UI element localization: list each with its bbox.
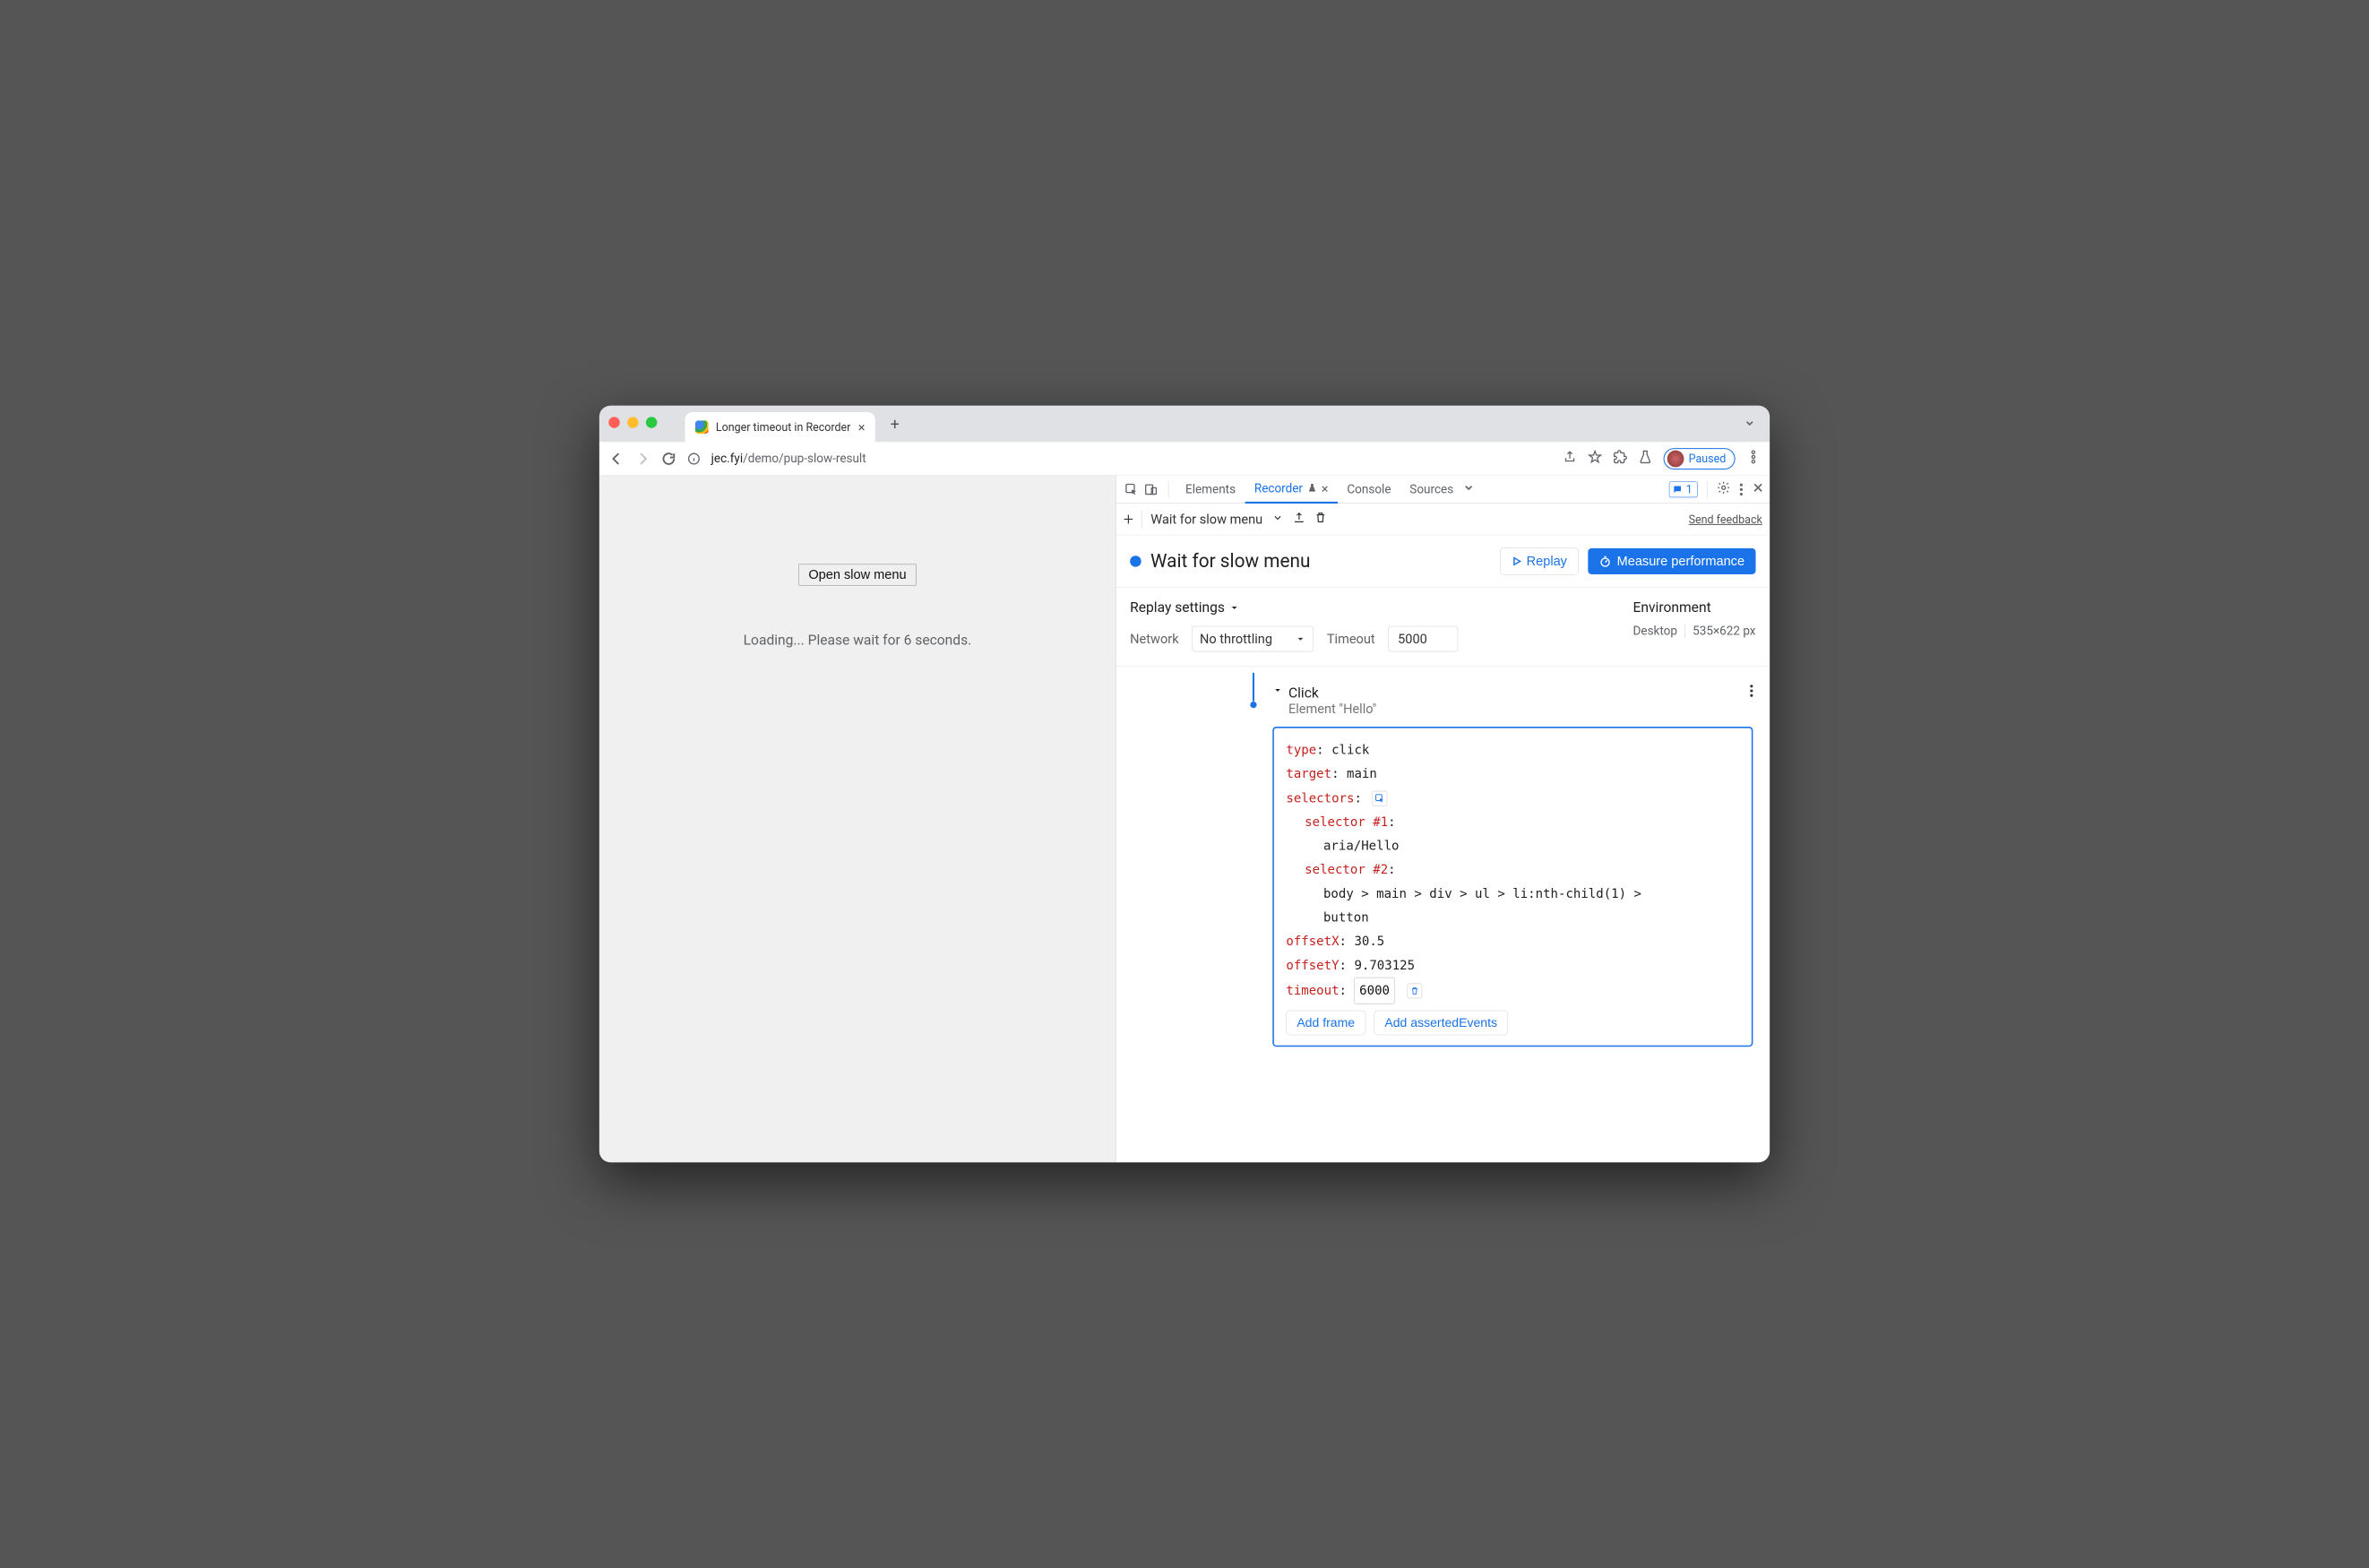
selector-2-value-line2: button: [1323, 910, 1369, 925]
close-window-button[interactable]: [608, 417, 619, 427]
recording-dropdown-icon[interactable]: [1271, 511, 1285, 527]
close-tab-button[interactable]: ×: [858, 419, 866, 435]
timeline-line: [1253, 673, 1254, 702]
issues-count: 1: [1686, 483, 1693, 496]
favicon-icon: [695, 420, 709, 434]
browser-tab[interactable]: Longer timeout in Recorder ×: [685, 412, 875, 442]
flask-icon[interactable]: [1639, 450, 1653, 467]
address-bar-row: jec.fyi/demo/pup-slow-result Paused: [599, 442, 1770, 475]
delete-recording-icon[interactable]: [1314, 511, 1327, 527]
replay-settings: Replay settings Network No throttling Ti…: [1116, 588, 1770, 667]
browser-menu-icon[interactable]: [1746, 450, 1761, 467]
tab-recorder[interactable]: Recorder ×: [1245, 476, 1337, 504]
close-panel-button[interactable]: ×: [1322, 481, 1329, 496]
new-tab-button[interactable]: +: [883, 413, 906, 435]
step-title: Click: [1288, 685, 1376, 701]
recorder-toolbar: + Wait for slow menu Send feedback: [1116, 504, 1770, 535]
step-subtitle: Element "Hello": [1288, 701, 1376, 716]
url-display[interactable]: jec.fyi/demo/pup-slow-result: [711, 452, 866, 466]
network-label: Network: [1130, 631, 1178, 646]
tab-elements[interactable]: Elements: [1176, 476, 1245, 504]
site-info-icon[interactable]: [687, 452, 702, 466]
experiment-icon: [1307, 482, 1316, 496]
profile-paused-pill[interactable]: Paused: [1664, 448, 1736, 470]
open-slow-menu-button[interactable]: Open slow menu: [798, 564, 916, 586]
export-icon[interactable]: [1292, 511, 1305, 527]
send-feedback-link[interactable]: Send feedback: [1689, 513, 1762, 526]
tab-title: Longer timeout in Recorder: [716, 420, 851, 434]
devtools-close-button[interactable]: [1752, 482, 1764, 497]
step-menu-icon[interactable]: [1750, 685, 1753, 697]
network-throttling-select[interactable]: No throttling: [1192, 626, 1314, 652]
step-editor[interactable]: type: click target: main selectors: sele…: [1272, 727, 1753, 1047]
content-split: Open slow menu Loading... Please wait fo…: [599, 476, 1770, 1162]
url-host: jec.fyi: [711, 452, 743, 466]
recording-selector[interactable]: Wait for slow menu: [1150, 512, 1262, 527]
selector-2-value-line1: body > main > div > ul > li:nth-child(1)…: [1323, 886, 1641, 900]
steps-list[interactable]: Click Element "Hello" type: click target…: [1116, 666, 1770, 1162]
environment-size: 535×622 px: [1685, 625, 1756, 639]
timeline-dot: [1250, 702, 1256, 708]
paused-label: Paused: [1689, 452, 1727, 466]
share-icon[interactable]: [1563, 450, 1577, 467]
recording-header: Wait for slow menu Replay Measure perfor…: [1116, 535, 1770, 587]
issues-chip[interactable]: 1: [1669, 481, 1698, 497]
reload-button[interactable]: [661, 451, 677, 467]
recording-title: Wait for slow menu: [1150, 550, 1310, 572]
tab-overflow-icon[interactable]: [1743, 416, 1757, 432]
selector-picker-icon[interactable]: [1372, 791, 1387, 806]
add-frame-button[interactable]: Add frame: [1286, 1011, 1365, 1036]
extensions-icon[interactable]: [1613, 450, 1627, 467]
avatar-icon: [1667, 450, 1684, 467]
device-toggle-icon[interactable]: [1141, 482, 1161, 496]
environment-device: Desktop: [1633, 625, 1685, 639]
replay-button[interactable]: Replay: [1500, 547, 1579, 574]
inspect-element-icon[interactable]: [1122, 482, 1141, 496]
tab-sources[interactable]: Sources: [1400, 476, 1463, 504]
settings-gear-icon[interactable]: [1717, 480, 1731, 497]
step-expand-icon[interactable]: [1272, 685, 1282, 699]
back-button[interactable]: [608, 451, 625, 467]
tab-strip: Longer timeout in Recorder × +: [599, 406, 1770, 443]
replay-settings-toggle[interactable]: Replay settings: [1130, 599, 1458, 616]
minimize-window-button[interactable]: [627, 417, 638, 427]
page-viewport: Open slow menu Loading... Please wait fo…: [599, 476, 1116, 1162]
environment-values: Desktop 535×622 px: [1633, 625, 1756, 639]
timeout-label: Timeout: [1327, 631, 1375, 646]
more-tabs-icon[interactable]: [1463, 482, 1476, 497]
window-controls: [608, 417, 657, 427]
recording-status-dot: [1130, 556, 1141, 566]
bookmark-icon[interactable]: [1588, 450, 1602, 467]
environment-title: Environment: [1633, 599, 1711, 616]
devtools-tabbar: Elements Recorder × Console Sources 1: [1116, 476, 1770, 504]
forward-button[interactable]: [634, 451, 650, 467]
devtools-panel: Elements Recorder × Console Sources 1: [1116, 476, 1770, 1162]
add-asserted-events-button[interactable]: Add assertedEvents: [1374, 1011, 1508, 1036]
new-recording-button[interactable]: +: [1124, 509, 1133, 530]
step-timeout-delete-icon[interactable]: [1407, 984, 1422, 999]
maximize-window-button[interactable]: [646, 417, 657, 427]
step-timeout-input[interactable]: 6000: [1354, 978, 1394, 1004]
tab-console[interactable]: Console: [1338, 476, 1400, 504]
timeout-input[interactable]: 5000: [1388, 626, 1458, 652]
selector-1-value: aria/Hello: [1323, 839, 1400, 853]
devtools-menu-icon[interactable]: [1740, 483, 1743, 495]
loading-text: Loading... Please wait for 6 seconds.: [744, 632, 972, 648]
measure-performance-button[interactable]: Measure performance: [1588, 548, 1755, 574]
browser-window: Longer timeout in Recorder × + jec.fyi/d…: [599, 406, 1770, 1162]
step-header[interactable]: Click Element "Hello": [1249, 685, 1753, 716]
url-path: /demo/pup-slow-result: [743, 452, 866, 466]
